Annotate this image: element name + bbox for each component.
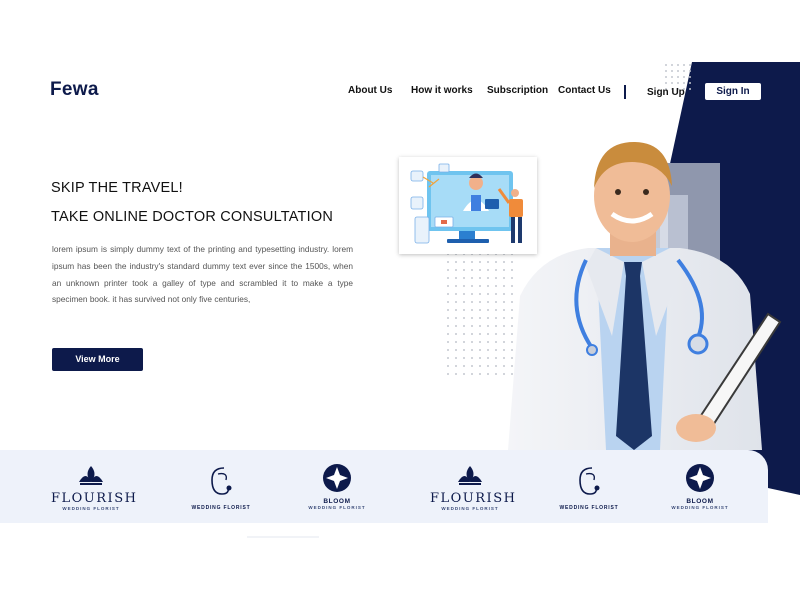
partner-logo: BLOOM WEDDING FLORIST <box>670 463 730 510</box>
footer-divider <box>247 536 319 538</box>
script-e-icon <box>211 467 232 495</box>
partner-logo: FLOURISH WEDDING FLORIST <box>430 464 517 511</box>
partner-name: WEDDING FLORIST <box>191 505 251 511</box>
nav-divider <box>624 85 626 99</box>
nav-how-it-works[interactable]: How it works <box>411 85 473 96</box>
partner-name: BLOOM <box>686 498 714 505</box>
brand-logo[interactable]: Fewa <box>50 79 99 101</box>
nav-about-us[interactable]: About Us <box>348 85 392 96</box>
flourish-icon <box>79 466 103 485</box>
partner-name: BLOOM <box>323 498 351 505</box>
hero-description: lorem ipsum is simply dummy text of the … <box>52 244 353 305</box>
sign-in-button[interactable]: Sign In <box>705 83 761 100</box>
partner-sub: WEDDING FLORIST <box>62 506 120 511</box>
bloom-star-icon <box>686 464 714 492</box>
view-more-button[interactable]: View More <box>52 348 143 371</box>
partner-logo: FLOURISH WEDDING FLORIST <box>51 464 138 511</box>
partner-logo: WEDDING FLORIST <box>186 464 256 511</box>
flourish-icon <box>458 466 482 485</box>
bloom-star-icon <box>323 464 351 492</box>
partner-name: FLOURISH <box>430 491 517 506</box>
partner-logo: BLOOM WEDDING FLORIST <box>307 463 367 510</box>
nav-subscription[interactable]: Subscription <box>487 85 548 96</box>
partner-name: WEDDING FLORIST <box>559 505 619 511</box>
doctor-photo <box>508 142 782 450</box>
hero-title-line1: SKIP THE TRAVEL! <box>51 180 183 196</box>
hero-title-line2: TAKE ONLINE DOCTOR CONSULTATION <box>51 209 333 225</box>
partner-sub: WEDDING FLORIST <box>671 505 729 510</box>
sign-up-link[interactable]: Sign Up <box>647 87 685 98</box>
partner-sub: WEDDING FLORIST <box>308 505 366 510</box>
nav-contact-us[interactable]: Contact Us <box>558 85 611 96</box>
partner-logo: WEDDING FLORIST <box>554 464 624 511</box>
script-e-icon <box>579 467 600 495</box>
partner-sub: WEDDING FLORIST <box>441 506 499 511</box>
partner-name: FLOURISH <box>51 491 138 506</box>
